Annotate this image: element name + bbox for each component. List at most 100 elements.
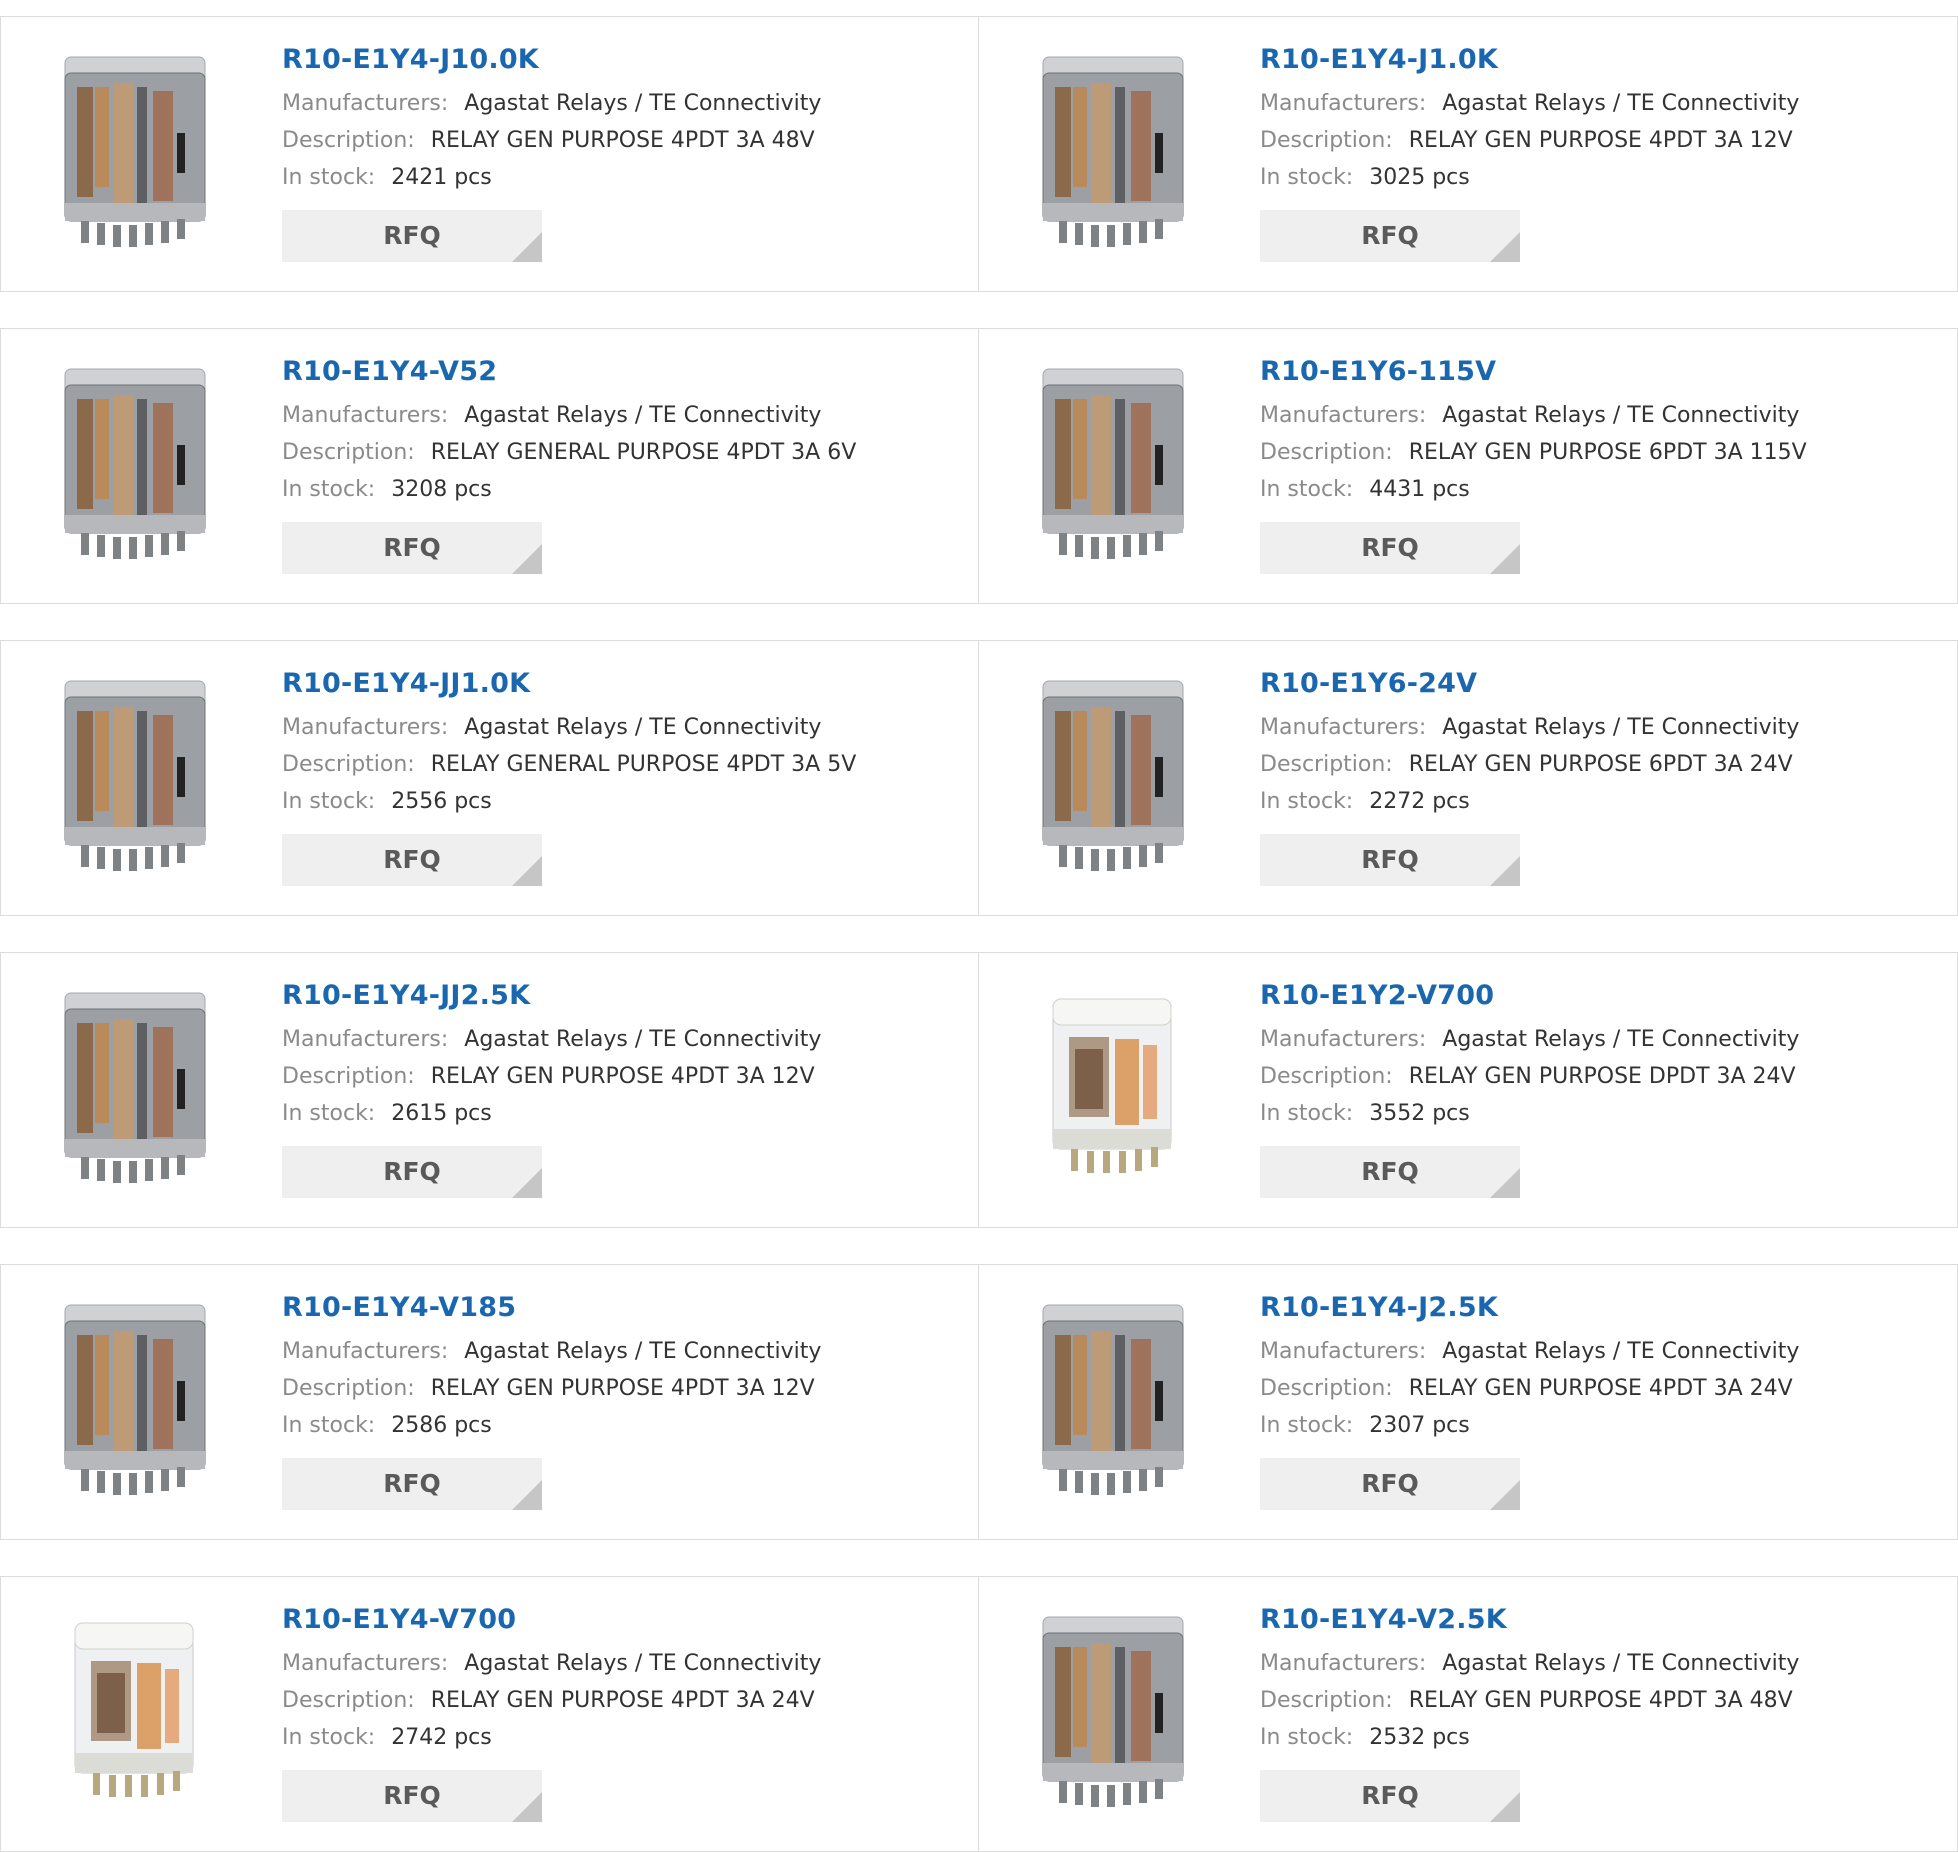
rfq-button[interactable]: RFQ [282,1146,542,1198]
stock-row: In stock: 2556 pcs [282,783,969,820]
rfq-button[interactable]: RFQ [282,1770,542,1822]
product-image[interactable] [37,355,237,575]
corner-triangle-icon [512,856,542,886]
in-stock-label: In stock: [1260,1101,1354,1126]
manufacturer-value: Agastat Relays / TE Connectivity [464,91,822,116]
rfq-button[interactable]: RFQ [1260,522,1520,574]
part-number-link[interactable]: R10-E1Y4-J2.5K [1260,1291,1947,1325]
part-number-link[interactable]: R10-E1Y6-24V [1260,667,1947,701]
stock-value: 2307 pcs [1369,1413,1470,1438]
product-info: R10-E1Y4-JJ2.5K Manufacturers: Agastat Re… [282,979,969,1198]
part-number-link[interactable]: R10-E1Y4-J10.0K [282,43,969,77]
manufacturers-label: Manufacturers: [282,91,449,116]
product-image[interactable] [1015,1291,1215,1511]
part-number-link[interactable]: R10-E1Y2-V700 [1260,979,1947,1013]
product-card: R10-E1Y4-V700 Manufacturers: Agastat Rela… [0,1576,980,1852]
product-row: R10-E1Y4-J10.0K Manufacturers: Agastat Re… [0,16,1958,292]
product-info: R10-E1Y6-115V Manufacturers: Agastat Rela… [1260,355,1947,574]
description-row: Description: RELAY GEN PURPOSE 4PDT 3A 24… [1260,1370,1947,1407]
corner-triangle-icon [1490,1168,1520,1198]
product-info: R10-E1Y2-V700 Manufacturers: Agastat Rela… [1260,979,1947,1198]
stock-value: 4431 pcs [1369,477,1470,502]
relay-grey-icon [1042,56,1184,247]
rfq-label: RFQ [383,1469,441,1498]
part-number-link[interactable]: R10-E1Y4-V185 [282,1291,969,1325]
product-image[interactable] [37,1603,237,1823]
manufacturers-label: Manufacturers: [1260,715,1427,740]
stock-value: 2742 pcs [391,1725,492,1750]
product-card: R10-E1Y4-V52 Manufacturers: Agastat Relay… [0,328,980,604]
in-stock-label: In stock: [282,477,376,502]
stock-row: In stock: 3552 pcs [1260,1095,1947,1132]
rfq-button[interactable]: RFQ [1260,1770,1520,1822]
part-number-link[interactable]: R10-E1Y4-V52 [282,355,969,389]
manufacturers-label: Manufacturers: [282,1027,449,1052]
description-value: RELAY GEN PURPOSE 4PDT 3A 12V [1408,128,1793,153]
part-number-link[interactable]: R10-E1Y4-V700 [282,1603,969,1637]
rfq-button[interactable]: RFQ [282,1458,542,1510]
product-image[interactable] [1015,979,1215,1199]
rfq-label: RFQ [1361,533,1419,562]
rfq-button[interactable]: RFQ [1260,210,1520,262]
product-card: R10-E1Y4-J1.0K Manufacturers: Agastat Rel… [978,16,1958,292]
product-image[interactable] [1015,355,1215,575]
part-number-link[interactable]: R10-E1Y4-JJ2.5K [282,979,969,1013]
product-card: R10-E1Y4-V2.5K Manufacturers: Agastat Rel… [978,1576,1958,1852]
manufacturers-label: Manufacturers: [282,403,449,428]
rfq-label: RFQ [383,1781,441,1810]
rfq-label: RFQ [1361,221,1419,250]
corner-triangle-icon [1490,232,1520,262]
description-label: Description: [282,440,415,465]
description-label: Description: [282,128,415,153]
rfq-button[interactable]: RFQ [282,834,542,886]
product-card: R10-E1Y2-V700 Manufacturers: Agastat Rela… [978,952,1958,1228]
manufacturer-value: Agastat Relays / TE Connectivity [1442,91,1800,116]
product-image[interactable] [37,979,237,1199]
manufacturer-value: Agastat Relays / TE Connectivity [1442,1027,1800,1052]
relay-grey-icon [64,992,206,1183]
rfq-button[interactable]: RFQ [282,522,542,574]
manufacturer-row: Manufacturers: Agastat Relays / TE Connec… [1260,85,1947,122]
product-row: R10-E1Y4-V700 Manufacturers: Agastat Rela… [0,1576,1958,1852]
product-card: R10-E1Y4-V185 Manufacturers: Agastat Rela… [0,1264,980,1540]
rfq-label: RFQ [383,1157,441,1186]
rfq-button[interactable]: RFQ [1260,1458,1520,1510]
stock-value: 2272 pcs [1369,789,1470,814]
stock-value: 3552 pcs [1369,1101,1470,1126]
in-stock-label: In stock: [282,1725,376,1750]
product-info: R10-E1Y4-V185 Manufacturers: Agastat Rela… [282,1291,969,1510]
rfq-label: RFQ [1361,1781,1419,1810]
manufacturer-value: Agastat Relays / TE Connectivity [464,1339,822,1364]
product-image[interactable] [1015,1603,1215,1823]
description-row: Description: RELAY GEN PURPOSE 4PDT 3A 24… [282,1682,969,1719]
product-row: R10-E1Y4-JJ2.5K Manufacturers: Agastat Re… [0,952,1958,1228]
rfq-button[interactable]: RFQ [1260,834,1520,886]
manufacturer-value: Agastat Relays / TE Connectivity [1442,715,1800,740]
product-image[interactable] [37,43,237,263]
description-value: RELAY GEN PURPOSE 6PDT 3A 24V [1408,752,1793,777]
stock-row: In stock: 4431 pcs [1260,471,1947,508]
part-number-link[interactable]: R10-E1Y4-JJ1.0K [282,667,969,701]
manufacturer-value: Agastat Relays / TE Connectivity [464,1651,822,1676]
rfq-button[interactable]: RFQ [1260,1146,1520,1198]
description-value: RELAY GENERAL PURPOSE 4PDT 3A 5V [430,752,857,777]
stock-row: In stock: 2742 pcs [282,1719,969,1756]
stock-value: 2421 pcs [391,165,492,190]
part-number-link[interactable]: R10-E1Y4-J1.0K [1260,43,1947,77]
rfq-button[interactable]: RFQ [282,210,542,262]
description-label: Description: [282,1064,415,1089]
in-stock-label: In stock: [282,1413,376,1438]
in-stock-label: In stock: [1260,1413,1354,1438]
product-image[interactable] [37,667,237,887]
relay-grey-icon [1042,1616,1184,1807]
part-number-link[interactable]: R10-E1Y4-V2.5K [1260,1603,1947,1637]
in-stock-label: In stock: [282,165,376,190]
product-image[interactable] [1015,43,1215,263]
corner-triangle-icon [512,544,542,574]
stock-row: In stock: 2307 pcs [1260,1407,1947,1444]
description-row: Description: RELAY GEN PURPOSE 4PDT 3A 48… [282,122,969,159]
product-image[interactable] [37,1291,237,1511]
part-number-link[interactable]: R10-E1Y6-115V [1260,355,1947,389]
product-image[interactable] [1015,667,1215,887]
relay-grey-icon [64,680,206,871]
